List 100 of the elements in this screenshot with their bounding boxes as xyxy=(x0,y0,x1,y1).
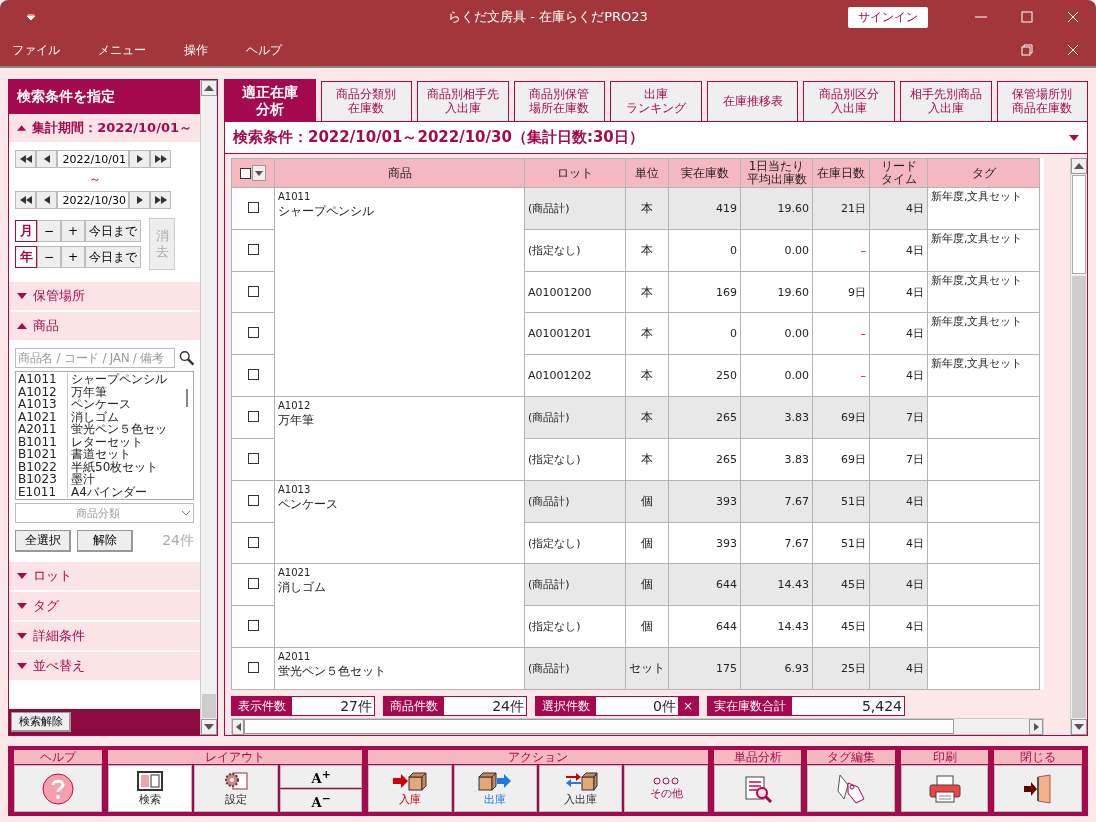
clear-selection-button[interactable]: × xyxy=(678,697,698,715)
list-name[interactable]: シャープペンシル xyxy=(68,373,183,386)
list-code[interactable]: B1022 xyxy=(18,460,68,473)
sign-in-button[interactable]: サインイン xyxy=(848,6,928,28)
tab[interactable]: 相手先別商品 入出庫 xyxy=(899,81,992,121)
tab[interactable]: 商品別区分 入出庫 xyxy=(803,81,895,121)
section-header[interactable]: 詳細条件 xyxy=(9,622,200,652)
list-code[interactable]: A1012 xyxy=(18,385,68,398)
until-today-button[interactable]: 今日まで xyxy=(85,246,141,268)
menu-item[interactable]: 操作 xyxy=(172,41,208,59)
scroll-thumb[interactable] xyxy=(186,389,188,407)
toolbar-button[interactable] xyxy=(807,765,895,812)
scroll-down-button[interactable] xyxy=(1071,719,1087,735)
search-icon[interactable] xyxy=(178,350,194,366)
minus-button[interactable]: − xyxy=(37,220,61,242)
next-button[interactable] xyxy=(129,150,150,168)
checkbox[interactable] xyxy=(240,167,251,179)
list-code[interactable]: E1011 xyxy=(18,485,68,498)
list-name[interactable]: A4バインダー xyxy=(68,485,183,498)
checkbox[interactable] xyxy=(247,620,259,632)
list-code[interactable]: A2011 xyxy=(18,423,68,436)
menu-item[interactable]: ヘルプ xyxy=(234,41,282,59)
last-button[interactable] xyxy=(150,150,171,168)
plus-button[interactable]: + xyxy=(61,220,85,242)
scroll-thumb[interactable] xyxy=(244,719,954,734)
scroll-thumb[interactable] xyxy=(202,694,216,718)
checkbox[interactable] xyxy=(247,201,259,213)
list-code[interactable]: A1021 xyxy=(18,410,68,423)
tab[interactable]: 在庫推移表 xyxy=(706,81,799,121)
tab[interactable]: 商品別相手先 入出庫 xyxy=(417,81,509,121)
list-name[interactable]: 半紙50枚セット xyxy=(68,460,183,473)
list-name[interactable]: 墨汁 xyxy=(68,473,183,486)
list-name[interactable]: レターセット xyxy=(68,435,183,448)
minus-button[interactable]: − xyxy=(37,246,61,268)
font-increase-button[interactable]: A$^{+}$ xyxy=(280,765,363,788)
section-header[interactable]: ロット xyxy=(9,562,200,592)
previous-button[interactable] xyxy=(36,150,57,168)
toolbar-button[interactable]: 入庫 xyxy=(368,765,452,812)
scroll-thumb[interactable] xyxy=(1072,175,1086,275)
checkbox[interactable] xyxy=(247,578,259,590)
list-code[interactable]: B1023 xyxy=(18,473,68,486)
reset-search-button[interactable]: 検索解除 xyxy=(11,712,71,732)
list-name[interactable]: 蛍光ペン５色セッ xyxy=(68,423,183,436)
menu-item[interactable]: ファイル xyxy=(0,41,60,59)
toolbar-button[interactable]: その他 xyxy=(624,765,708,812)
list-name[interactable]: 書道セット xyxy=(68,448,183,461)
checkbox[interactable] xyxy=(247,285,259,297)
list-code[interactable]: B1011 xyxy=(18,435,68,448)
checkbox[interactable] xyxy=(247,452,259,464)
list-name[interactable]: 万年筆 xyxy=(68,385,183,398)
date-field[interactable]: 2022/10/01 xyxy=(57,150,129,168)
section-header[interactable]: 並べ替え xyxy=(9,652,200,682)
last-button[interactable] xyxy=(150,191,171,209)
first-button[interactable] xyxy=(15,150,36,168)
toolbar-button[interactable] xyxy=(994,765,1082,812)
checkbox[interactable] xyxy=(247,662,259,674)
first-button[interactable] xyxy=(15,191,36,209)
font-decrease-button[interactable]: A$^{−}$ xyxy=(280,789,363,812)
date-field[interactable]: 2022/10/30 xyxy=(57,191,129,209)
toolbar-button[interactable] xyxy=(14,765,102,812)
toolbar-button[interactable]: 出庫 xyxy=(453,765,538,812)
toolbar-button[interactable]: 検索 xyxy=(107,765,192,812)
list-name[interactable]: ペンケース xyxy=(68,398,183,411)
scroll-left-button[interactable] xyxy=(232,719,244,735)
toolbar-button[interactable]: 設定 xyxy=(193,765,278,812)
toolbar-button[interactable] xyxy=(713,765,802,812)
checkbox[interactable] xyxy=(247,494,259,506)
section-header[interactable]: タグ xyxy=(9,592,200,622)
toolbar-button[interactable]: 入出庫 xyxy=(539,765,623,812)
next-button[interactable] xyxy=(129,191,150,209)
plus-button[interactable]: + xyxy=(61,246,85,268)
until-today-button[interactable]: 今日まで xyxy=(85,220,141,242)
tab[interactable]: 保管場所別 商品在庫数 xyxy=(996,81,1088,121)
tab[interactable]: 適正在庫 分析 xyxy=(224,79,316,121)
tab[interactable]: 商品別保管 場所在庫数 xyxy=(513,81,606,121)
checkbox[interactable] xyxy=(247,411,259,423)
dropdown-arrow-icon[interactable] xyxy=(1069,134,1079,141)
scroll-right-button[interactable] xyxy=(1029,719,1043,735)
checkbox[interactable] xyxy=(247,536,259,548)
section-header[interactable]: 集計期間：2022/10/01～ xyxy=(9,114,200,144)
deselect-button[interactable]: 解除 xyxy=(77,530,133,552)
scroll-down-button[interactable] xyxy=(201,719,217,735)
list-code[interactable]: A1013 xyxy=(18,398,68,411)
list-name[interactable]: 消しゴム xyxy=(68,410,183,423)
menu-item[interactable]: メニュー xyxy=(86,41,146,59)
list-code[interactable]: B1021 xyxy=(18,448,68,461)
section-header[interactable]: 商品 xyxy=(9,312,200,342)
section-header[interactable]: 保管場所 xyxy=(9,282,200,312)
select-all-button[interactable]: 全選択 xyxy=(15,530,71,552)
checkbox[interactable] xyxy=(247,369,259,381)
toolbar-button[interactable] xyxy=(900,765,989,812)
search-field[interactable]: 商品名 / コード / JAN / 備考 xyxy=(15,348,175,368)
checkbox[interactable] xyxy=(247,243,259,255)
dropdown-button[interactable] xyxy=(252,165,266,181)
previous-button[interactable] xyxy=(36,191,57,209)
tab[interactable]: 商品分類別 在庫数 xyxy=(320,81,413,121)
tab[interactable]: 出庫 ランキング xyxy=(610,81,702,121)
scroll-up-button[interactable] xyxy=(201,80,217,96)
scroll-up-button[interactable] xyxy=(1071,158,1087,174)
list-code[interactable]: A1011 xyxy=(18,373,68,386)
